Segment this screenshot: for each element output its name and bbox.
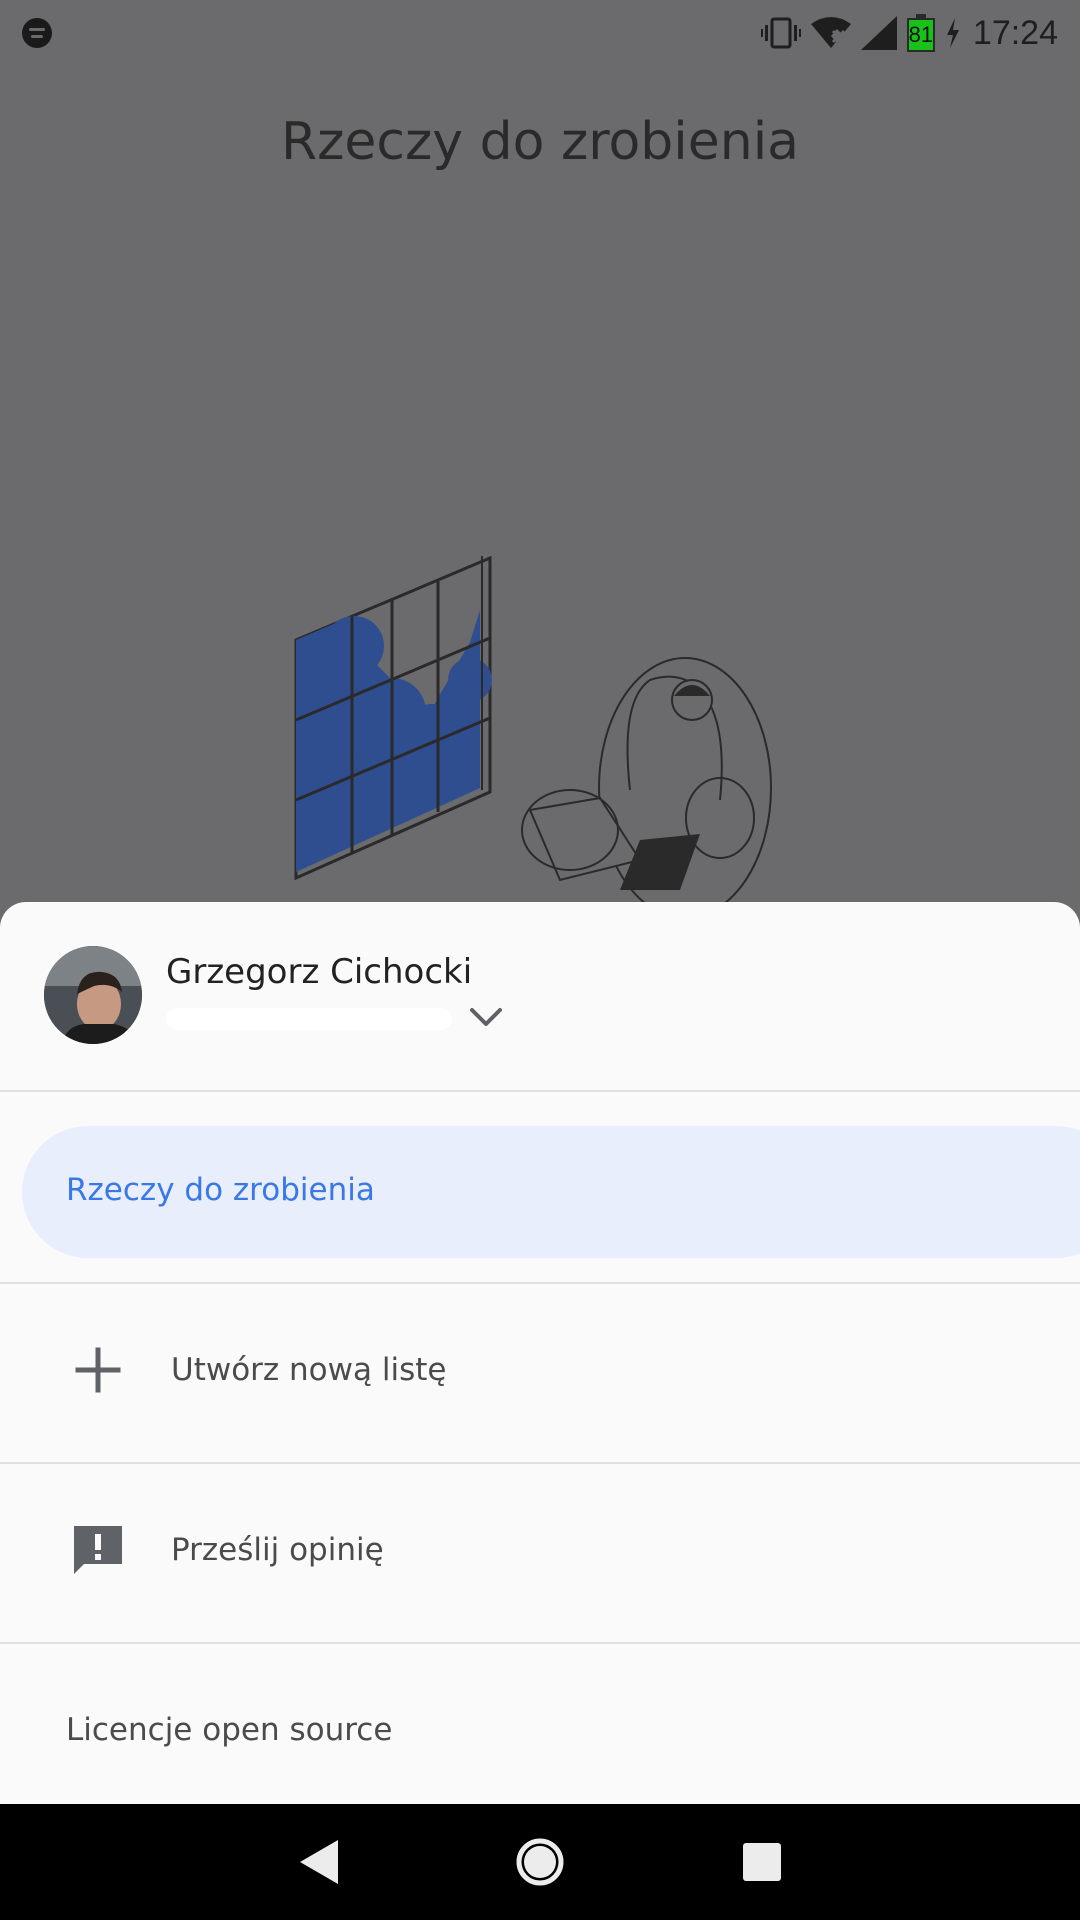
- account-name: Grzegorz Cichocki: [166, 952, 473, 992]
- empty-state-illustration: [294, 555, 772, 910]
- charging-icon: [946, 18, 959, 48]
- vibrate-icon: [760, 17, 801, 49]
- list-item-label: Rzeczy do zrobienia: [66, 1172, 375, 1208]
- chevron-down-icon[interactable]: [466, 998, 506, 1038]
- open-source-licenses-item[interactable]: Licencje open source: [0, 1644, 1080, 1804]
- avatar[interactable]: [44, 946, 142, 1044]
- spotify-icon: [22, 18, 52, 48]
- account-header[interactable]: Grzegorz Cichocki: [0, 902, 1080, 1090]
- account-bottom-sheet: Grzegorz Cichocki Rzeczy do zrobienia Ut…: [0, 902, 1080, 1804]
- wifi-icon: [810, 17, 851, 48]
- send-feedback-label: Prześlij opinię: [171, 1532, 384, 1568]
- status-bar: 81 17:24: [0, 0, 1080, 66]
- battery-icon: 81: [906, 14, 935, 52]
- status-icons: 81 17:24: [760, 12, 1058, 54]
- account-email-redacted: [166, 1008, 452, 1030]
- signal-icon: [860, 16, 897, 50]
- create-new-list-item[interactable]: Utwórz nową listę: [0, 1284, 1080, 1462]
- status-time: 17:24: [972, 13, 1058, 52]
- navigation-bar: [0, 1804, 1080, 1920]
- feedback-icon: [74, 1526, 122, 1574]
- page-title: Rzeczy do zrobienia: [280, 112, 800, 172]
- open-source-licenses-label: Licencje open source: [66, 1712, 393, 1748]
- plus-icon: [75, 1347, 121, 1393]
- recents-button[interactable]: [732, 1804, 792, 1920]
- battery-level: 81: [906, 18, 935, 52]
- back-button[interactable]: [290, 1804, 350, 1920]
- lists-section: Rzeczy do zrobienia: [0, 1092, 1080, 1282]
- list-item-selected[interactable]: Rzeczy do zrobienia: [22, 1126, 1080, 1258]
- create-new-list-label: Utwórz nową listę: [171, 1352, 447, 1388]
- home-button[interactable]: [510, 1804, 570, 1920]
- send-feedback-item[interactable]: Prześlij opinię: [0, 1464, 1080, 1642]
